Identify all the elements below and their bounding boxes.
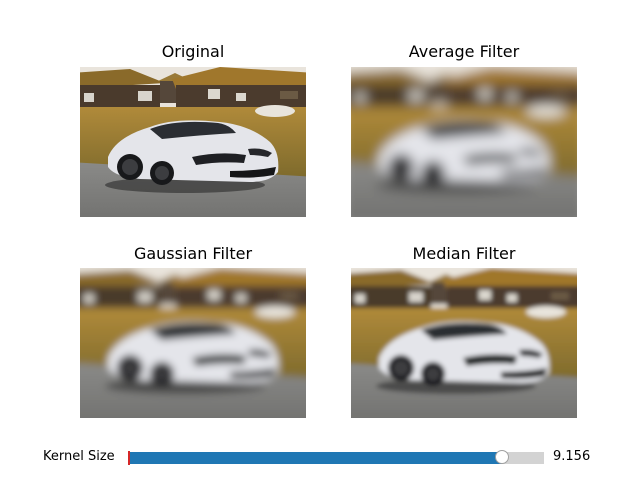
panel-title-original: Original [161,42,225,61]
kernel-size-label: Kernel Size [43,449,115,464]
slider-min-marker [128,451,130,465]
average-filter-image [351,67,577,217]
slider-fill [128,452,503,464]
gaussian-filter-image [80,268,306,418]
panel-title-gaussian-filter: Gaussian Filter [133,244,253,263]
panel-title-average-filter: Average Filter [408,42,520,61]
median-filter-image [351,268,577,418]
kernel-size-slider[interactable] [128,450,544,465]
original-image [80,67,306,217]
kernel-size-value: 9.156 [553,449,591,464]
slider-handle[interactable] [495,450,510,464]
panel-title-median-filter: Median Filter [412,244,516,263]
